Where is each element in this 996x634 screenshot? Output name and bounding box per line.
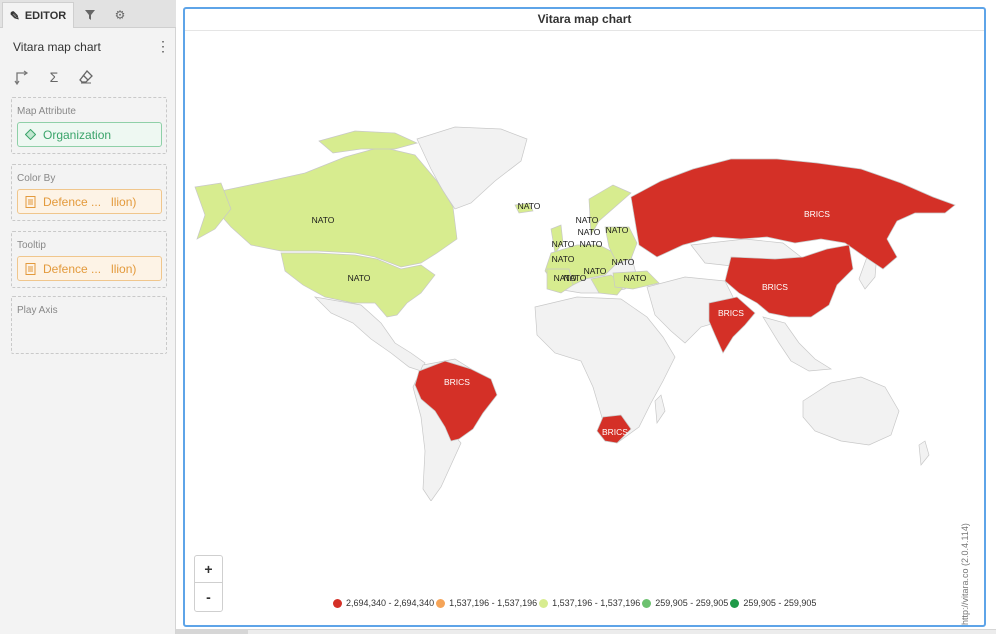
map-label-nato: NATO (612, 257, 635, 267)
axis-swap-button[interactable] (14, 69, 30, 85)
credits[interactable]: http://vitara.co (2.0.4.114) (950, 497, 970, 627)
attribute-diamond-icon (25, 129, 37, 140)
map-region-new-zealand (918, 440, 930, 466)
zoom-in-button[interactable]: + (195, 556, 222, 583)
sigma-button[interactable]: Σ (46, 69, 62, 85)
map-label-brics: BRICS (804, 209, 830, 219)
legend-label: 2,694,340 - 2,694,340 (346, 598, 435, 608)
legend-label: 259,905 - 259,905 (743, 598, 817, 608)
zoom-out-button[interactable]: - (195, 583, 222, 610)
organization-pill-label: Organization (43, 127, 112, 142)
legend-label: 259,905 - 259,905 (655, 598, 729, 608)
legend-item[interactable]: 259,905 - 259,905 (730, 598, 816, 608)
play-axis-title: Play Axis (17, 305, 58, 316)
map-region-canada-islands (318, 130, 419, 154)
sigma-icon: Σ (49, 69, 59, 85)
map-label-nato: NATO (554, 273, 577, 283)
world-map: NATO NATO NATO NATO NATO NATO NATO NATO … (194, 126, 956, 501)
filter-icon (85, 10, 95, 20)
horizontal-scrollbar[interactable] (176, 629, 996, 634)
chart-title: Vitara map chart (185, 9, 984, 31)
credits-text: http://vitara.co (2.0.4.114) (960, 523, 970, 625)
eraser-button[interactable] (78, 69, 94, 85)
map-attribute-zone[interactable]: Map Attribute Organization (11, 97, 167, 154)
color-legend: 2,694,340 - 2,694,340 1,537,196 - 1,537,… (333, 596, 818, 610)
legend-item[interactable]: 1,537,196 - 1,537,196 (539, 598, 640, 608)
color-by-pill[interactable]: Defence ... llion) (17, 189, 162, 214)
map-label-nato: NATO (518, 201, 541, 211)
legend-swatch (436, 598, 446, 608)
legend-swatch (333, 598, 342, 608)
legend-swatch (539, 598, 549, 608)
chart-name: Vitara map chart (13, 40, 101, 54)
tooltip-title: Tooltip (17, 240, 46, 251)
tab-settings[interactable]: ⚙ (106, 2, 134, 28)
scrollbar-thumb[interactable] (176, 630, 248, 634)
eraser-icon (79, 70, 93, 84)
metric-doc-icon (25, 195, 37, 208)
tab-editor[interactable]: ✎ EDITOR (2, 2, 74, 28)
color-by-zone[interactable]: Color By Defence ... llion) (11, 164, 167, 221)
pencil-icon: ✎ (9, 8, 20, 23)
map-region-australia (802, 376, 900, 446)
tooltip-pill-label-left: Defence ... (43, 261, 102, 276)
tooltip-pill-label-right: llion) (111, 261, 137, 276)
map-label-nato: NATO (580, 239, 603, 249)
map-label-nato: NATO (584, 266, 607, 276)
editor-panel: ✎ EDITOR ⚙ Vitara map chart ⋮ Σ Map Attr… (0, 0, 176, 634)
tooltip-pill[interactable]: Defence ... llion) (17, 256, 162, 281)
map-region-mexico (313, 296, 426, 372)
map-label-brics: BRICS (602, 427, 628, 437)
map-region-india (708, 296, 756, 354)
color-by-title: Color By (17, 173, 56, 184)
chart-frame: Vitara map chart NATO NATO NATO NATO NAT… (183, 7, 986, 627)
map-region-southeast-asia (762, 316, 833, 372)
app-root: ✎ EDITOR ⚙ Vitara map chart ⋮ Σ Map Attr… (0, 0, 996, 634)
map-region-madagascar (654, 394, 666, 425)
map-label-nato: NATO (348, 273, 371, 283)
gear-icon: ⚙ (114, 8, 126, 22)
legend-item[interactable]: 259,905 - 259,905 (642, 598, 728, 608)
map-label-nato: NATO (552, 239, 575, 249)
axis-swap-icon (14, 70, 29, 85)
organization-pill[interactable]: Organization (17, 122, 162, 147)
tab-filter[interactable] (76, 2, 104, 28)
map-label-nato: NATO (606, 225, 629, 235)
legend-label: 1,537,196 - 1,537,196 (449, 598, 538, 608)
map-label-brics: BRICS (444, 377, 470, 387)
zoom-control: + - (194, 555, 223, 612)
map-label-brics: BRICS (762, 282, 788, 292)
map-label-nato: NATO (552, 254, 575, 264)
map-label-nato: NATO (312, 215, 335, 225)
legend-swatch (642, 598, 652, 608)
map-label-nato: NATO (578, 227, 601, 237)
map-region-canada (216, 146, 458, 268)
color-by-pill-label-right: llion) (111, 194, 137, 209)
legend-label: 1,537,196 - 1,537,196 (552, 598, 641, 608)
map-label-brics: BRICS (718, 308, 744, 318)
tooltip-zone[interactable]: Tooltip Defence ... llion) (11, 231, 167, 288)
map-label-nato: NATO (624, 273, 647, 283)
legend-swatch (730, 598, 740, 608)
legend-item[interactable]: 1,537,196 - 1,537,196 (436, 598, 537, 608)
map-attribute-title: Map Attribute (17, 106, 76, 117)
legend-item[interactable]: 2,694,340 - 2,694,340 (333, 598, 434, 608)
map-label-nato: NATO (576, 215, 599, 225)
metric-doc-icon (25, 262, 37, 275)
play-axis-zone[interactable]: Play Axis (11, 296, 167, 354)
editor-toolbar: Σ (14, 67, 94, 87)
editor-tabs: ✎ EDITOR ⚙ (0, 0, 176, 28)
color-by-pill-label-left: Defence ... (43, 194, 102, 209)
tab-editor-label: EDITOR (24, 9, 67, 22)
more-options-icon[interactable]: ⋮ (156, 38, 170, 54)
